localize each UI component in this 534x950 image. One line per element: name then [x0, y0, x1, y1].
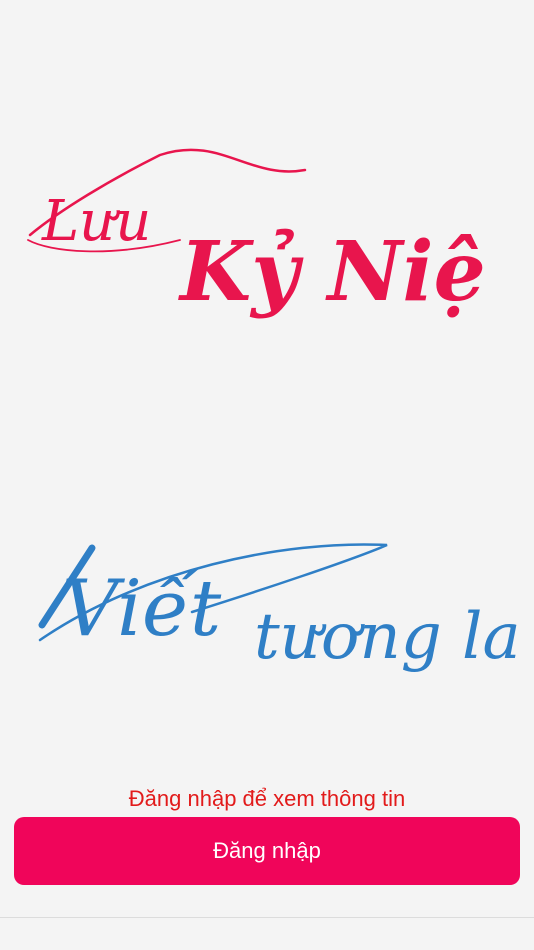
login-button[interactable]: Đăng nhập — [14, 817, 520, 885]
logo-viet-text: Viết — [62, 564, 222, 654]
bottom-divider — [0, 917, 534, 918]
viet-tuong-lai-logo: Viết tương lai — [38, 543, 517, 674]
logo-ky-niem-text: Kỷ Niệm — [178, 224, 490, 320]
logo-luu-text: Lưu — [41, 189, 151, 254]
login-prompt-text: Đăng nhập để xem thông tin — [128, 786, 406, 811]
luu-ky-niem-logo: Lưu Kỷ Niệm — [27, 148, 490, 320]
logo-tuong-lai-text: tương lai — [254, 600, 517, 674]
